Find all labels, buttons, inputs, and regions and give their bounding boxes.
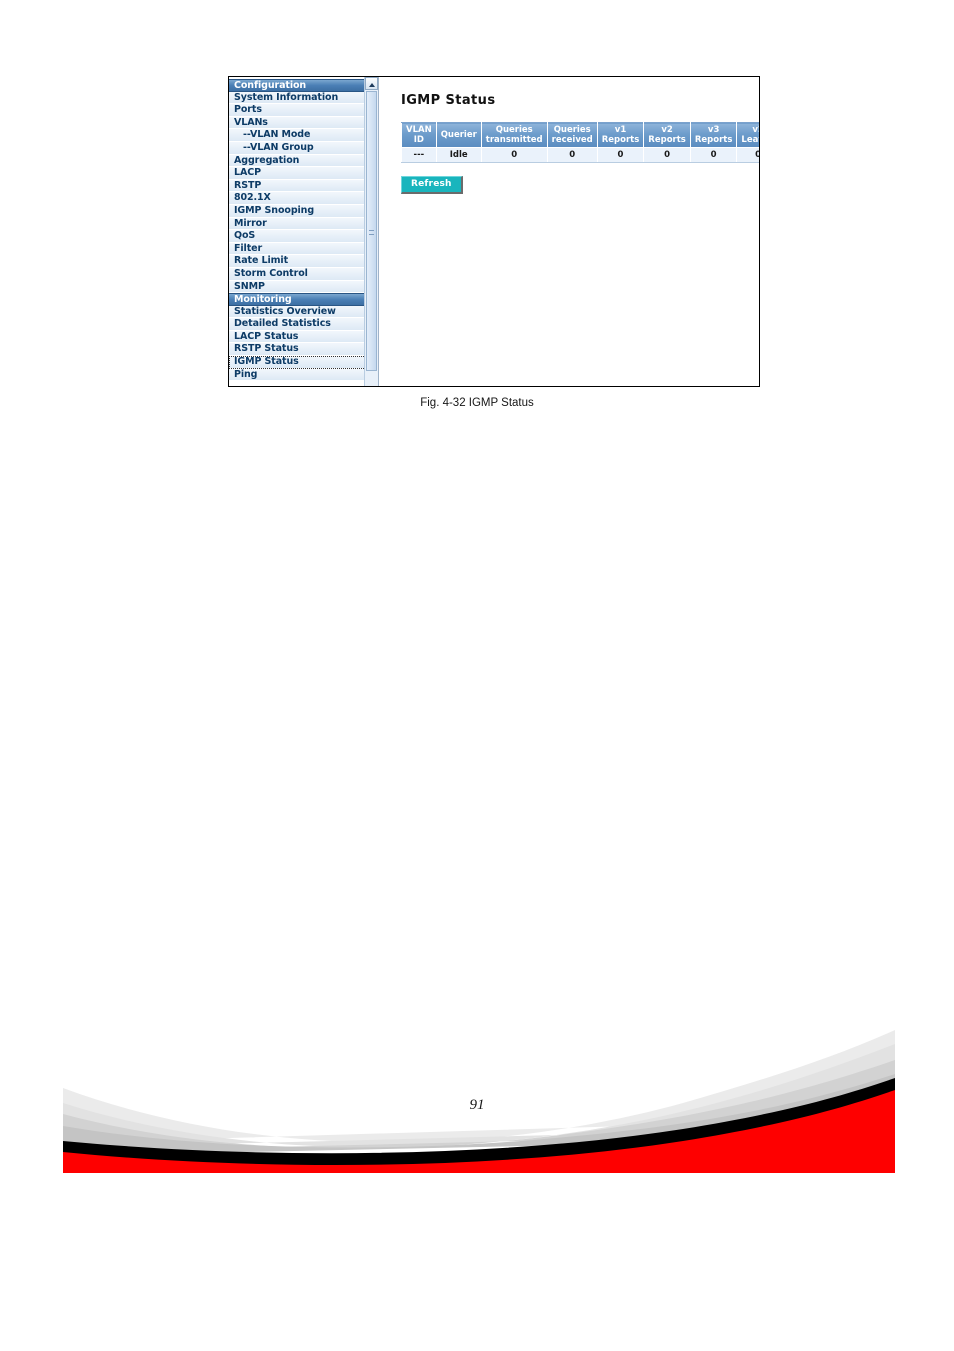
sidebar-item-ports[interactable]: Ports [229,104,378,117]
sidebar-item-qos[interactable]: QoS [229,230,378,243]
cell-vlan-id: --- [401,147,437,163]
sidebar-item-label: Storm Control [234,267,308,279]
sidebar-item-label: Rate Limit [234,255,289,267]
column-header-queries-received: Queries received [546,122,598,148]
column-header-v2-reports: v2 Reports [643,122,691,148]
header-line-1: v3 [707,125,720,135]
header-line-2: Reports [601,135,640,145]
sidebar-item-statistics-overview[interactable]: Statistics Overview [229,305,378,319]
header-line-1: Querier [440,130,477,140]
sidebar-item-label: Statistics Overview [234,305,336,317]
sidebar-item-label: IGMP Snooping [234,204,315,216]
sidebar-item-label: Mirror [234,217,267,229]
column-header-querier: Querier [435,122,482,148]
header-line-1: v2 [752,125,759,135]
sidebar-header-monitoring: Monitoring [229,293,378,306]
sidebar-item-label: VLANs [234,116,268,128]
table-row: --- Idle 0 0 0 0 0 0 [401,147,759,163]
sidebar-item-lacp[interactable]: LACP [229,167,378,180]
cell-v2-leaves: 0 [736,147,759,163]
sidebar-item-label: 802.1X [234,192,271,204]
header-line-1: v1 [614,125,627,135]
sidebar-item-label: LACP Status [234,330,299,342]
sidebar-item-label: --VLAN Group [243,141,314,153]
sidebar-item-label: Ping [234,368,258,380]
column-header-v3-reports: v3 Reports [689,122,738,148]
sidebar-scrollbar[interactable] [364,77,378,386]
footer-swoosh-graphic [63,1030,895,1173]
sidebar-item-label: QoS [234,230,256,242]
sidebar-item-vlan-group[interactable]: --VLAN Group [229,141,378,155]
sidebar-item-label: RSTP [234,179,262,191]
table-header: VLAN ID Querier Queries transmitted Quer… [401,122,759,148]
sidebar-item-label: Detailed Statistics [234,318,331,330]
cell-queries-transmitted: 0 [480,147,548,163]
page-title: IGMP Status [401,93,496,108]
sidebar-header-configuration: Configuration [229,79,378,92]
sidebar-item-label: RSTP Status [234,343,299,355]
figure-caption: Fig. 4-32 IGMP Status [420,397,534,409]
sidebar-item-label: Aggregation [234,154,300,166]
page-number: 91 [469,1097,485,1113]
header-line-2: ID [413,135,424,145]
cell-v2-reports: 0 [643,147,691,163]
sidebar-item-lacp-status[interactable]: LACP Status [229,330,378,344]
cell-queries-received: 0 [546,147,598,163]
cell-v1-reports: 0 [596,147,645,163]
sidebar-navigation: Configuration System Information Ports V… [229,77,379,386]
refresh-button[interactable]: Refresh [401,176,463,194]
sidebar-item-system-information[interactable]: System Information [229,91,378,105]
header-line-2: received [551,135,593,145]
sidebar-item-vlan-mode[interactable]: --VLAN Mode [229,129,378,142]
header-line-1: v2 [661,125,673,135]
sidebar-item-rstp-status[interactable]: RSTP Status [229,343,378,357]
cell-v3-reports: 0 [689,147,738,163]
sidebar-item-rate-limit[interactable]: Rate Limit [229,255,378,268]
sidebar-item-label: LACP [234,167,261,179]
column-header-queries-transmitted: Queries transmitted [480,122,548,148]
sidebar-item-mirror[interactable]: Mirror [229,217,378,231]
igmp-status-table: VLAN ID Querier Queries transmitted Quer… [401,122,759,163]
sidebar-item-label: Configuration [234,80,307,91]
sidebar-item-storm-control[interactable]: Storm Control [229,267,378,281]
header-line-2: Leaves [741,135,759,145]
sidebar-item-label: Ports [234,104,262,116]
column-header-v1-reports: v1 Reports [596,122,645,148]
sidebar-item-label: IGMP Status [234,356,299,368]
sidebar-item-label: System Information [234,91,339,103]
sidebar-item-vlans[interactable]: VLANs [229,116,378,130]
content-pane: IGMP Status VLAN ID Querier Queries tran… [379,77,759,386]
sidebar-item-label: Filter [234,242,263,254]
sidebar-item-aggregation[interactable]: Aggregation [229,154,378,168]
sidebar-item-label: --VLAN Mode [243,129,311,141]
sidebar-item-list: Configuration System Information Ports V… [229,79,378,382]
sidebar-item-label: Monitoring [234,294,292,306]
table-body: --- Idle 0 0 0 0 0 0 [401,147,759,163]
sidebar-item-igmp-status[interactable]: IGMP Status [229,356,378,369]
sidebar-item-snmp[interactable]: SNMP [229,280,378,294]
sidebar-item-filter[interactable]: Filter [229,242,378,256]
sidebar-item-label: SNMP [234,280,265,292]
header-line-2: Reports [694,135,733,145]
sidebar-item-ping[interactable]: Ping [229,368,378,382]
table-header-row: VLAN ID Querier Queries transmitted Quer… [401,122,759,148]
column-header-vlan-id: VLAN ID [401,122,437,148]
header-line-1: Queries [495,125,533,135]
browser-window-capture: Configuration System Information Ports V… [228,76,760,387]
header-line-1: VLAN [406,125,432,135]
chevron-up-icon[interactable] [365,77,378,90]
header-line-2: transmitted [485,135,543,145]
cell-querier: Idle [435,147,482,163]
sidebar-item-rstp[interactable]: RSTP [229,179,378,193]
header-line-2: Reports [648,135,686,145]
footer-decoration [63,1008,895,1173]
sidebar-item-igmp-snooping[interactable]: IGMP Snooping [229,204,378,218]
header-line-1: Queries [553,125,591,135]
column-header-v2-leaves: v2 Leaves [736,122,759,148]
sidebar-item-8021x[interactable]: 802.1X [229,192,378,205]
sidebar-item-detailed-statistics[interactable]: Detailed Statistics [229,318,378,331]
scrollbar-thumb[interactable] [366,91,377,371]
